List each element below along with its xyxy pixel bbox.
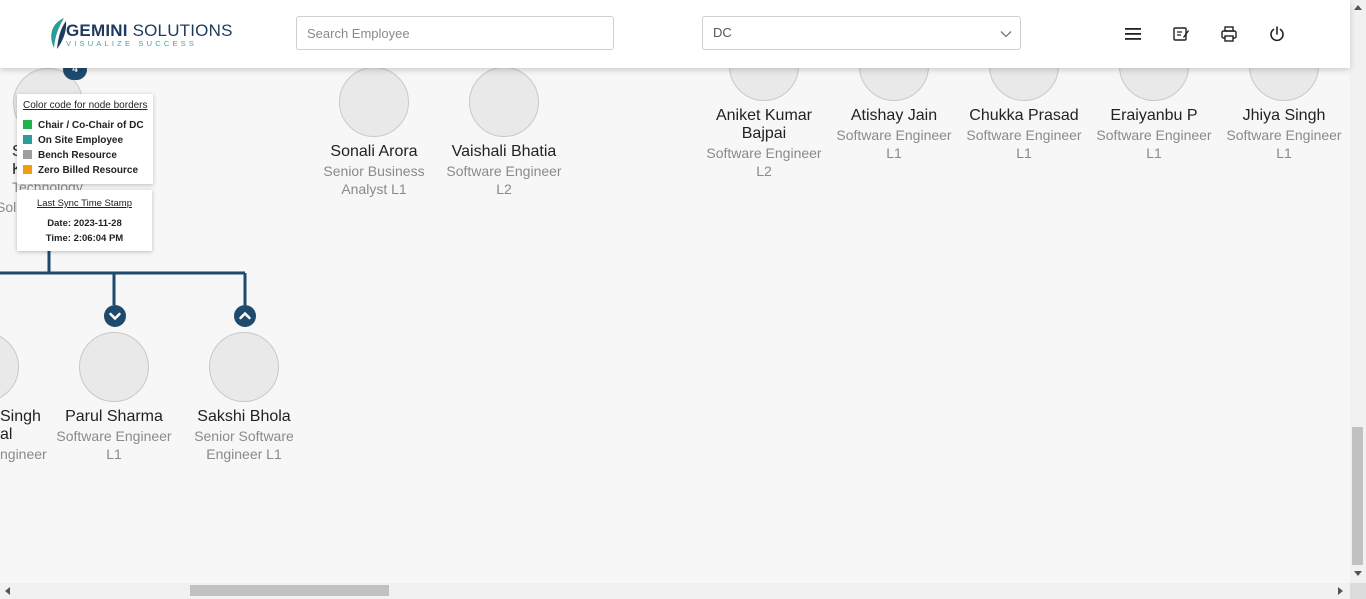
employee-name: Sonali Arora [330,143,418,160]
scroll-down-arrow-icon[interactable] [1354,571,1362,577]
employee-node[interactable]: Eraiyanbu P Software Engineer L1 [1089,107,1219,162]
employee-node[interactable]: Sakshi Bhola Senior Software Engineer L1 [179,408,309,463]
logo-tagline: VISUALIZE SUCCESS [66,39,198,48]
employee-role: Senior Business [323,163,425,179]
search-input[interactable] [296,16,614,50]
legend-item: Bench Resource [23,150,117,161]
employee-name: Eraiyanbu P [1110,107,1198,124]
sync-timestamp-panel: Last Sync Time Stamp Date: 2023-11-28 Ti… [17,190,152,251]
swatch [23,165,32,174]
scroll-up-arrow-icon[interactable] [1354,4,1362,10]
avatar[interactable] [209,332,279,402]
employee-node[interactable]: Vaishali Bhatia Software Engineer L2 [439,143,569,198]
employee-role: L1 [1016,145,1032,161]
legend-panel: Color code for node borders Chair / Co-C… [17,94,153,184]
notes-icon [1173,27,1189,41]
employee-name: Bajpai [741,125,787,142]
employee-role: L2 [756,163,772,179]
employee-role: Software Engineer [446,163,562,179]
chevron-up-icon [239,311,251,320]
employee-role: ngineer [0,446,47,462]
employee-role: L1 [1276,145,1292,161]
employee-name: Sakshi Bhola [197,408,291,425]
avatar[interactable] [79,332,149,402]
menu-icon [1125,28,1141,40]
logo-text: GEMINI SOLUTIONS [66,21,233,40]
employee-role: Software Engineer [966,127,1082,143]
employee-node[interactable]: Sonali Arora Senior Business Analyst L1 [309,143,439,198]
legend-item: Chair / Co-Chair of DC [23,120,144,131]
employee-node[interactable]: Chukka Prasad Software Engineer L1 [959,107,1089,162]
employee-name: Atishay Jain [850,107,938,124]
menu-button[interactable] [1121,22,1145,46]
swatch [23,135,32,144]
dc-select-value: DC [713,25,732,40]
employee-role: Software Engineer [1226,127,1342,143]
employee-role: Software Engineer [56,428,172,444]
scrollbar-corner [1350,583,1366,599]
sync-title: Last Sync Time Stamp [36,198,133,209]
employee-node[interactable]: Jhiya Singh Software Engineer L1 [1219,107,1349,162]
legend-title: Color code for node borders [23,100,148,111]
print-button[interactable] [1217,22,1241,46]
legend-item: On Site Employee [23,135,123,146]
sync-date: Date: 2023-11-28 [47,218,122,229]
vertical-scroll-thumb[interactable] [1352,427,1363,565]
employee-node[interactable]: Atishay Jain Software Engineer L1 [829,107,959,162]
print-icon [1221,26,1237,42]
sync-time: Time: 2:06:04 PM [45,233,124,244]
employee-role: L2 [496,181,512,197]
employee-name: al [0,426,13,443]
collapse-toggle[interactable] [234,305,256,327]
leaf-icon [51,18,67,49]
employee-role: L1 [1146,145,1162,161]
employee-name: Parul Sharma [65,408,163,425]
swatch [23,120,32,129]
employee-role: Senior Software [194,428,294,444]
expand-toggle[interactable] [104,305,126,327]
employee-name: Chukka Prasad [969,107,1079,124]
logout-button[interactable] [1265,22,1289,46]
scroll-left-arrow-icon[interactable] [4,587,10,595]
employee-role: Software Engineer [836,127,952,143]
employee-node[interactable]: Aniket Kumar Bajpai Software Engineer L2 [699,107,829,180]
chevron-down-icon [1000,31,1012,38]
horizontal-scroll-thumb[interactable] [190,585,389,596]
employee-node[interactable]: Parul Sharma Software Engineer L1 [49,408,179,463]
employee-name: Jhiya Singh [1242,107,1326,124]
chevron-down-icon [109,312,121,321]
gemini-logo[interactable]: GEMINI SOLUTIONS VISUALIZE SUCCESS [46,17,232,51]
notes-button[interactable] [1169,22,1193,46]
employee-name: Vaishali Bhatia [451,143,557,160]
power-icon [1270,26,1284,42]
employee-name: Aniket Kumar [715,107,813,124]
employee-role: Software Engineer [706,145,822,161]
employee-role: L1 [106,446,122,462]
employee-role: Software Engineer [1096,127,1212,143]
legend-item: Zero Billed Resource [23,165,138,176]
employee-role: Engineer L1 [206,446,282,462]
employee-role: L1 [886,145,902,161]
employee-role: Analyst L1 [341,181,407,197]
app-header: GEMINI SOLUTIONS VISUALIZE SUCCESS DC [0,0,1350,68]
scroll-right-arrow-icon[interactable] [1338,587,1344,595]
avatar[interactable] [339,67,409,137]
dc-select[interactable]: DC [702,16,1021,50]
employee-name: Singh [0,408,41,425]
swatch [23,150,32,159]
avatar[interactable] [469,67,539,137]
